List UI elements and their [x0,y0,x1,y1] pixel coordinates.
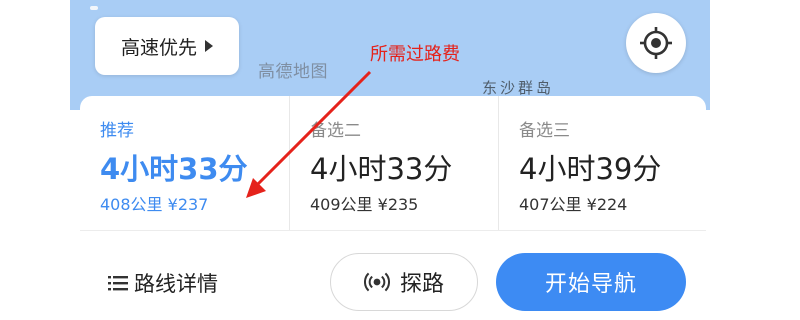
route-tag: 推荐 [100,121,134,141]
route-distance-toll: 409公里 ¥235 [310,191,418,215]
route-tag: 备选三 [519,121,570,141]
route-duration: 4小时39分 [519,152,662,186]
probe-route-button[interactable]: 探路 [330,253,478,311]
route-distance: 407公里 [519,195,582,214]
route-toll: ¥235 [377,195,419,214]
start-navigation-label: 开始导航 [544,272,637,297]
map-place-label: 东沙群岛 [482,79,555,97]
route-panel: 推荐 4小时33分 408公里 ¥237 备选二 4小时33分 409公里 ¥2… [80,96,706,320]
route-preference-label: 高速优先 [120,36,197,59]
route-tag: 备选二 [310,121,361,141]
crosshair-icon [640,27,672,59]
route-option-recommended[interactable]: 推荐 4小时33分 408公里 ¥237 [80,96,289,230]
annotation-label: 所需过路费 [370,44,460,65]
route-toll: ¥224 [586,195,628,214]
route-duration: 4小时33分 [100,152,248,186]
map-island [90,6,98,10]
route-details-button[interactable]: 路线详情 [108,268,218,298]
locate-button[interactable] [626,13,686,73]
left-margin [0,0,70,320]
start-navigation-button[interactable]: 开始导航 [496,253,686,311]
play-triangle-icon [205,40,213,52]
route-toll: ¥237 [167,195,209,214]
route-distance-toll: 407公里 ¥224 [519,191,627,215]
route-option-3[interactable]: 备选三 4小时39分 407公里 ¥224 [498,96,706,230]
map-watermark: 高德地图 [258,62,328,82]
list-icon [108,276,128,291]
route-distance: 408公里 [100,195,163,214]
route-preference-button[interactable]: 高速优先 [95,17,239,75]
route-duration: 4小时33分 [310,152,453,186]
route-option-2[interactable]: 备选二 4小时33分 409公里 ¥235 [289,96,498,230]
right-margin [730,0,800,320]
route-distance-toll: 408公里 ¥237 [100,191,208,215]
panel-divider [80,230,706,231]
broadcast-icon [364,272,390,292]
route-distance: 409公里 [310,195,373,214]
probe-route-label: 探路 [399,272,444,297]
route-details-label: 路线详情 [134,272,218,296]
